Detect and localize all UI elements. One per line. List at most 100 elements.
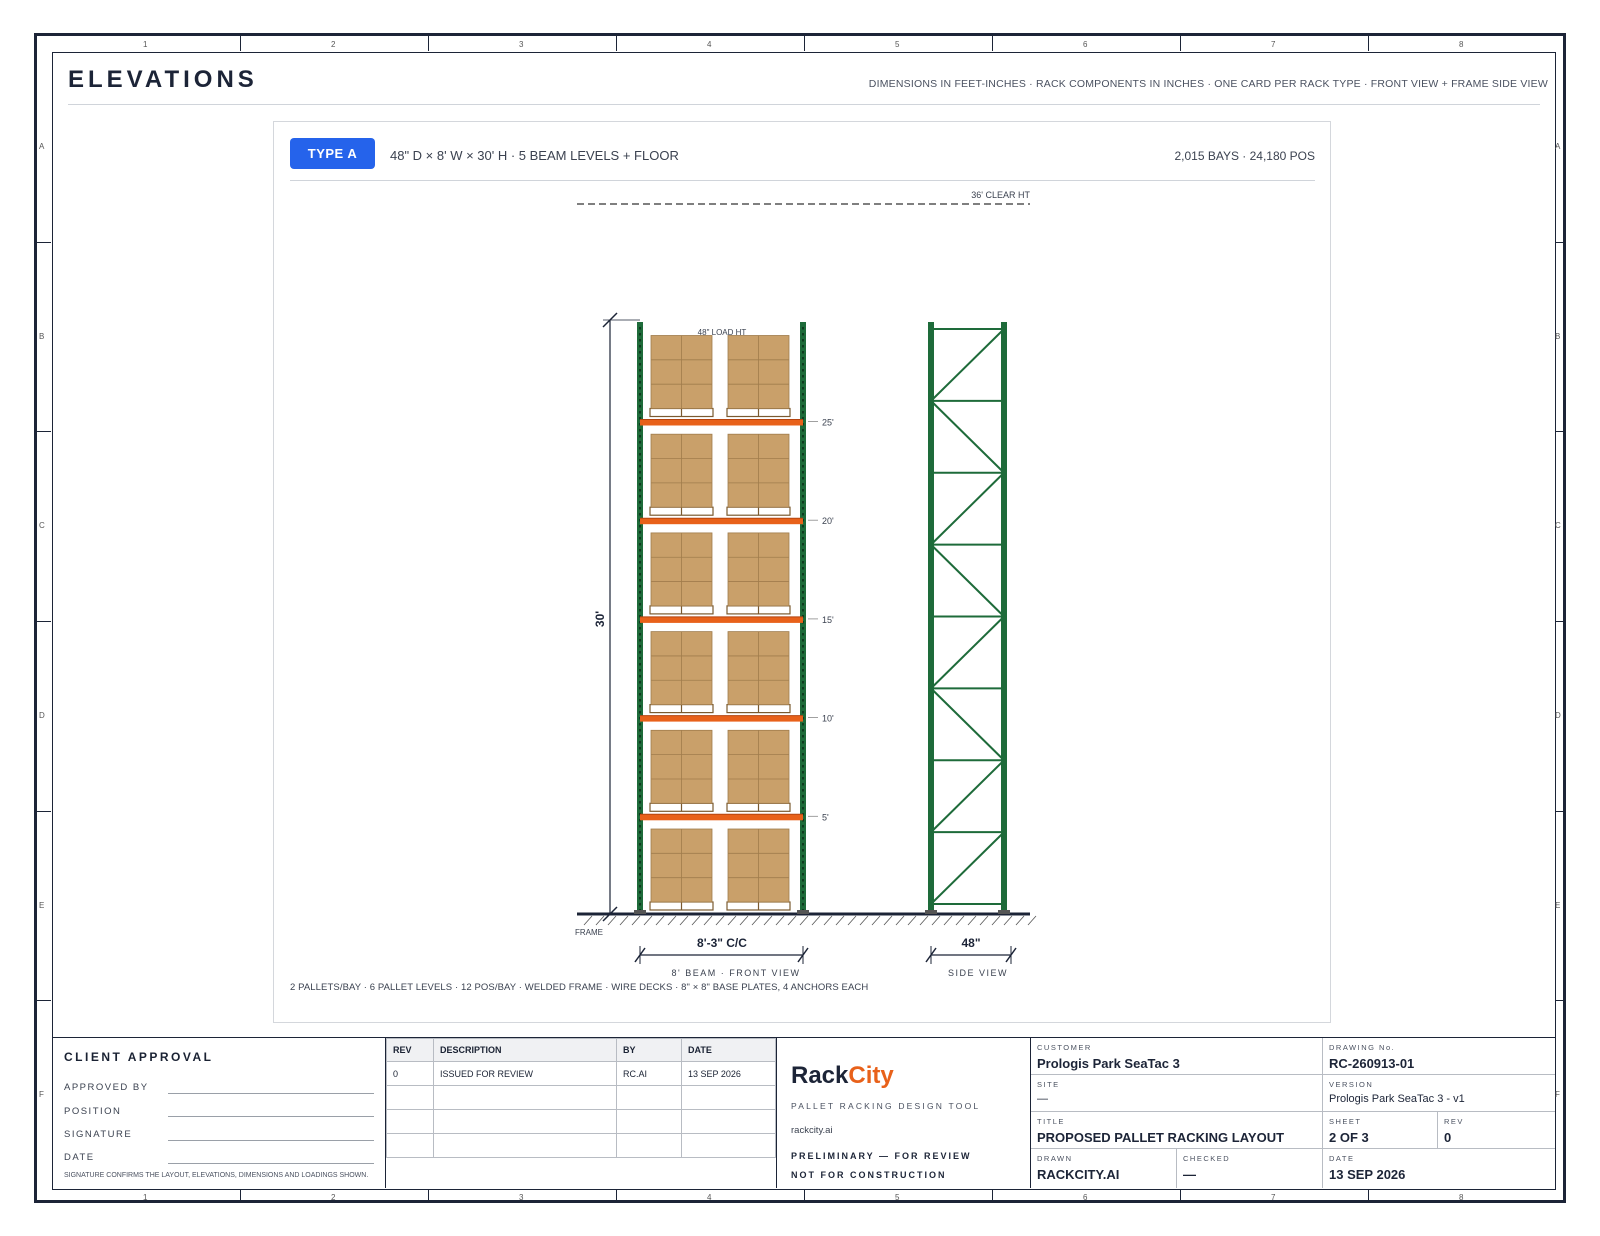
upright-perforation	[639, 831, 641, 834]
signature-label: SIGNATURE	[64, 1129, 133, 1140]
upright-perforation	[639, 651, 641, 654]
upright-perforation	[802, 627, 804, 630]
upright-perforation	[639, 525, 641, 528]
upright-perforation	[639, 885, 641, 888]
upright-perforation	[639, 795, 641, 798]
upright-perforation	[802, 663, 804, 666]
upright-perforation	[639, 363, 641, 366]
floor-hatch-mark	[895, 915, 905, 926]
upright-perforation	[802, 591, 804, 594]
floor-hatch-mark	[943, 915, 953, 926]
upright-perforation	[639, 393, 641, 396]
upright-perforation	[802, 873, 804, 876]
signature-field[interactable]	[168, 1140, 374, 1141]
upright-perforation	[639, 387, 641, 390]
upright-perforation	[802, 633, 804, 636]
floor-hatch-mark	[607, 915, 617, 926]
upright-perforation	[639, 405, 641, 408]
upright-perforation	[639, 705, 641, 708]
upright-perforation	[639, 591, 641, 594]
frame-diagonal	[930, 831, 1005, 905]
upright-perforation	[802, 837, 804, 840]
position-label: POSITION	[64, 1106, 122, 1117]
upright-perforation	[639, 687, 641, 690]
upright-perforation	[639, 549, 641, 552]
upright-perforation	[639, 777, 641, 780]
upright-perforation	[802, 405, 804, 408]
not-for-construction-notice: NOT FOR CONSTRUCTION	[791, 1170, 947, 1180]
upright-perforation	[639, 759, 641, 762]
upright-perforation	[802, 393, 804, 396]
beam-level-label: 20'	[822, 516, 834, 526]
upright-perforation	[802, 861, 804, 864]
date-field[interactable]	[168, 1163, 374, 1164]
table-row	[386, 1109, 776, 1134]
upright-perforation	[639, 435, 641, 438]
floor-hatch-mark	[931, 915, 941, 926]
upright-perforation	[802, 867, 804, 870]
upright-perforation	[639, 855, 641, 858]
upright-perforation	[639, 555, 641, 558]
upright-perforation	[802, 789, 804, 792]
upright-perforation	[802, 537, 804, 540]
upright-perforation	[639, 735, 641, 738]
floor-hatch-mark	[1003, 915, 1013, 926]
drawn-value: RACKCITY.AI	[1037, 1167, 1120, 1182]
table-row: 0 ISSUED FOR REVIEW RC.AI 13 SEP 2026	[386, 1061, 776, 1086]
floor-hatch-mark	[787, 915, 797, 926]
beam	[640, 715, 803, 722]
upright-perforation	[639, 429, 641, 432]
position-field[interactable]	[168, 1116, 374, 1117]
floor-hatch-mark	[631, 915, 641, 926]
upright-perforation	[802, 429, 804, 432]
upright-perforation	[639, 531, 641, 534]
upright-perforation	[802, 765, 804, 768]
upright-perforation	[639, 873, 641, 876]
rev-value: 0	[1444, 1130, 1452, 1145]
brand-url[interactable]: rackcity.ai	[791, 1125, 833, 1136]
upright-perforation	[639, 897, 641, 900]
upright-perforation	[802, 675, 804, 678]
upright-perforation	[802, 441, 804, 444]
approved-by-field[interactable]	[168, 1093, 374, 1094]
upright-perforation	[802, 741, 804, 744]
floor-hatch-mark	[955, 915, 965, 926]
floor-hatch-mark	[703, 915, 713, 926]
floor-hatch-mark	[1015, 915, 1025, 926]
customer-value: Prologis Park SeaTac 3	[1037, 1056, 1180, 1071]
floor-hatch-mark	[991, 915, 1001, 926]
upright-perforation	[802, 681, 804, 684]
upright-perforation	[802, 507, 804, 510]
floor-hatch-mark	[655, 915, 665, 926]
checked-value: —	[1183, 1167, 1196, 1182]
upright-perforation	[639, 639, 641, 642]
upright-perforation	[802, 783, 804, 786]
floor-hatch-mark	[775, 915, 785, 926]
upright-perforation	[639, 657, 641, 660]
upright-perforation	[639, 345, 641, 348]
upright-perforation	[639, 513, 641, 516]
floor-hatch-mark	[583, 915, 593, 926]
frame-diagonal	[930, 328, 1005, 402]
base-plate	[998, 910, 1010, 914]
upright-perforation	[802, 699, 804, 702]
upright-perforation	[802, 477, 804, 480]
upright-perforation	[802, 831, 804, 834]
upright-perforation	[639, 543, 641, 546]
side-view-caption: SIDE VIEW	[948, 968, 1008, 978]
upright-perforation	[639, 609, 641, 612]
upright-perforation	[639, 807, 641, 810]
upright-perforation	[802, 687, 804, 690]
floor-hatch-mark	[739, 915, 749, 926]
floor-hatch-mark	[727, 915, 737, 926]
frame-diagonal	[930, 687, 1005, 761]
upright-perforation	[802, 603, 804, 606]
upright-perforation	[639, 333, 641, 336]
upright-perforation	[802, 639, 804, 642]
upright-perforation	[639, 399, 641, 402]
upright-perforation	[639, 501, 641, 504]
client-approval-block: CLIENT APPROVAL APPROVED BY POSITION SIG…	[52, 1037, 386, 1188]
upright-perforation	[639, 561, 641, 564]
depth-dim-label: 48"	[961, 936, 980, 950]
upright-perforation	[802, 807, 804, 810]
